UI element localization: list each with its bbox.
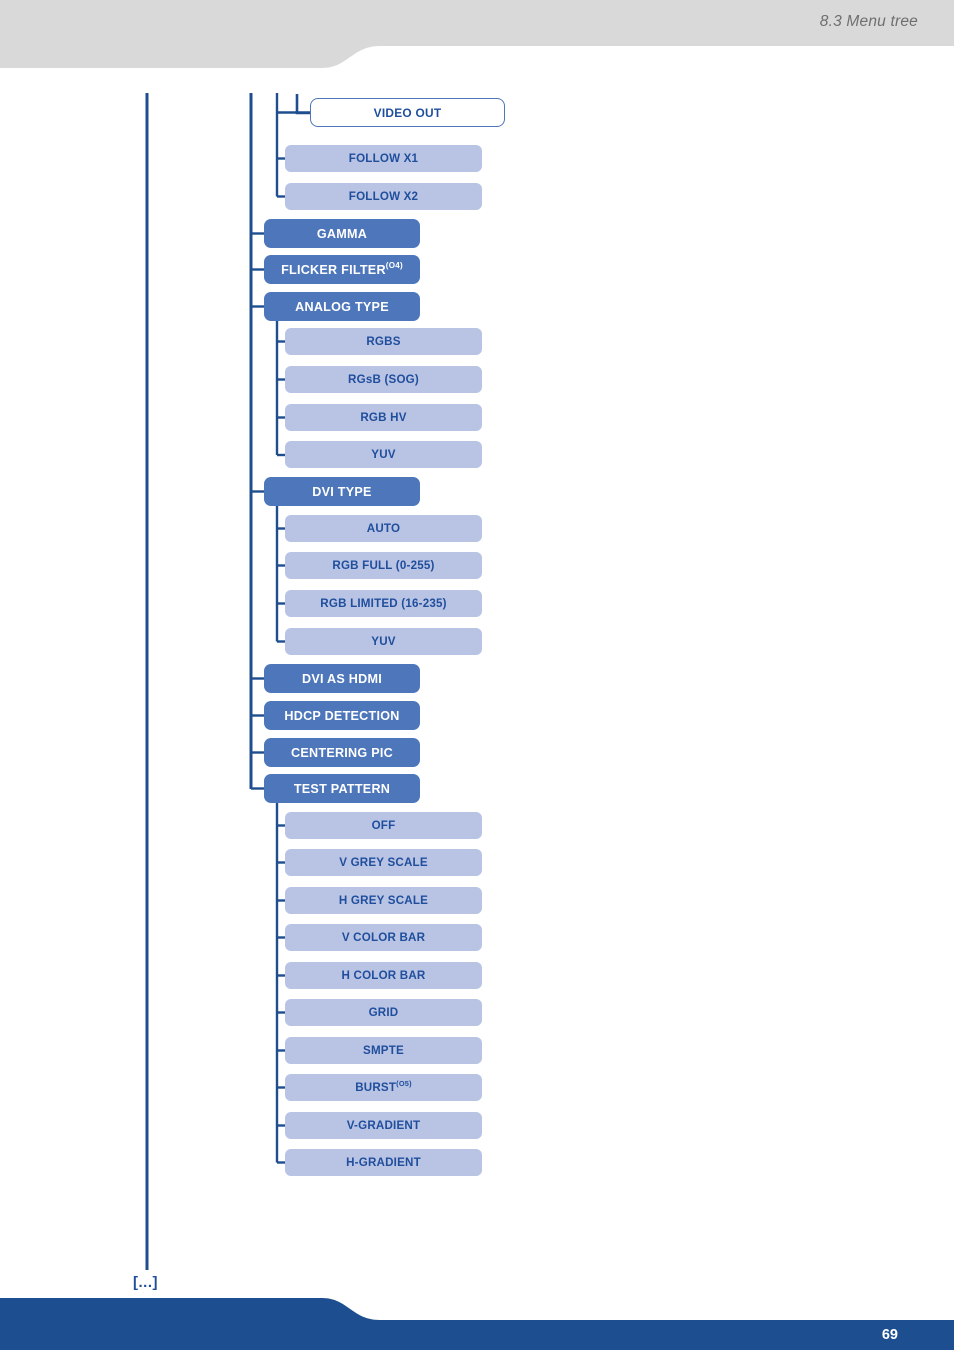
tree-node-burst[interactable]: BURST (O5) xyxy=(285,1074,482,1101)
tree-node-label: V-GRADIENT xyxy=(346,1119,421,1132)
tree-node-label: TEST PATTERN xyxy=(293,781,391,796)
tree-node-label: HDCP DETECTION xyxy=(284,708,400,723)
tree-node-label: FLICKER FILTER xyxy=(281,262,386,277)
tree-node-label: RGsB (SOG) xyxy=(348,373,419,386)
footer-band xyxy=(0,1298,954,1350)
tree-node-dvi-type[interactable]: DVI TYPE xyxy=(264,477,420,506)
tree-node-rgsb-sog[interactable]: RGsB (SOG) xyxy=(285,366,482,393)
tree-node-h-gradient[interactable]: H-GRADIENT xyxy=(285,1149,482,1176)
tree-node-label: H GREY SCALE xyxy=(338,894,429,907)
page-title: 8.3 Menu tree xyxy=(819,13,918,30)
tree-node-gamma[interactable]: GAMMA xyxy=(264,219,420,248)
page-number: 69 xyxy=(881,1327,898,1343)
tree-node-smpte[interactable]: SMPTE xyxy=(285,1037,482,1064)
tree-node-label: YUV xyxy=(371,635,396,648)
tree-node-rgb-full-0-255[interactable]: RGB FULL (0-255) xyxy=(285,552,482,579)
tree-node-label: RGB FULL (0-255) xyxy=(332,559,435,572)
tree-node-h-color-bar[interactable]: H COLOR BAR xyxy=(285,962,482,989)
tree-node-yuv[interactable]: YUV xyxy=(285,628,482,655)
tree-node-label: BURST xyxy=(355,1081,397,1094)
tree-node-auto[interactable]: AUTO xyxy=(285,515,482,542)
tree-node-grid[interactable]: GRID xyxy=(285,999,482,1026)
header-band xyxy=(0,0,954,68)
tree-node-label: V COLOR BAR xyxy=(341,931,426,944)
tree-node-label: RGB LIMITED (16-235) xyxy=(320,597,447,610)
tree-node-label: VIDEO OUT xyxy=(373,105,442,120)
tree-node-label: FOLLOW X1 xyxy=(348,152,419,165)
tree-node-video-out[interactable]: VIDEO OUT xyxy=(310,98,505,127)
tree-node-label: V GREY SCALE xyxy=(339,856,428,869)
tree-node-centering-pic[interactable]: CENTERING PIC xyxy=(264,738,420,767)
menu-tree-page: 8.3 Menu tree VIDEO OUT FOLLOW X1 FOLLOW… xyxy=(0,0,954,1350)
tree-node-label: OFF xyxy=(371,819,396,832)
tree-node-v-color-bar[interactable]: V COLOR BAR xyxy=(285,924,482,951)
tree-node-off[interactable]: OFF xyxy=(285,812,482,839)
tree-node-rgb-hv[interactable]: RGB HV xyxy=(285,404,482,431)
tree-node-label: H COLOR BAR xyxy=(341,969,426,982)
tree-node-label: ANALOG TYPE xyxy=(295,299,389,314)
tree-node-follow-x2[interactable]: FOLLOW X2 xyxy=(285,183,482,210)
tree-node-label: CENTERING PIC xyxy=(291,745,393,760)
tree-node-analog-type[interactable]: ANALOG TYPE xyxy=(264,292,420,321)
tree-node-label: DVI AS HDMI xyxy=(302,671,382,686)
tree-node-h-grey-scale[interactable]: H GREY SCALE xyxy=(285,887,482,914)
tree-node-label: RGBS xyxy=(366,335,401,348)
tree-node-rgbs[interactable]: RGBS xyxy=(285,328,482,355)
tree-node-test-pattern[interactable]: TEST PATTERN xyxy=(264,774,420,803)
tree-node-label: H-GRADIENT xyxy=(346,1156,421,1169)
continuation-marker: [...] xyxy=(133,1274,158,1291)
tree-node-label: DVI TYPE xyxy=(312,484,372,499)
tree-node-flicker-filter[interactable]: FLICKER FILTER (O4) xyxy=(264,255,420,284)
tree-node-label: AUTO xyxy=(366,522,401,535)
tree-node-rgb-limited-16-235[interactable]: RGB LIMITED (16-235) xyxy=(285,590,482,617)
tree-node-label: FOLLOW X2 xyxy=(348,190,419,203)
tree-node-label: YUV xyxy=(371,448,396,461)
tree-node-v-grey-scale[interactable]: V GREY SCALE xyxy=(285,849,482,876)
tree-node-dvi-as-hdmi[interactable]: DVI AS HDMI xyxy=(264,664,420,693)
tree-node-follow-x1[interactable]: FOLLOW X1 xyxy=(285,145,482,172)
tree-node-hdcp-detection[interactable]: HDCP DETECTION xyxy=(264,701,420,730)
tree-node-label: GAMMA xyxy=(316,226,368,241)
tree-node-label: SMPTE xyxy=(363,1044,404,1057)
tree-node-label: GRID xyxy=(368,1006,399,1019)
tree-node-v-gradient[interactable]: V-GRADIENT xyxy=(285,1112,482,1139)
tree-node-label: RGB HV xyxy=(360,411,407,424)
tree-node-yuv[interactable]: YUV xyxy=(285,441,482,468)
